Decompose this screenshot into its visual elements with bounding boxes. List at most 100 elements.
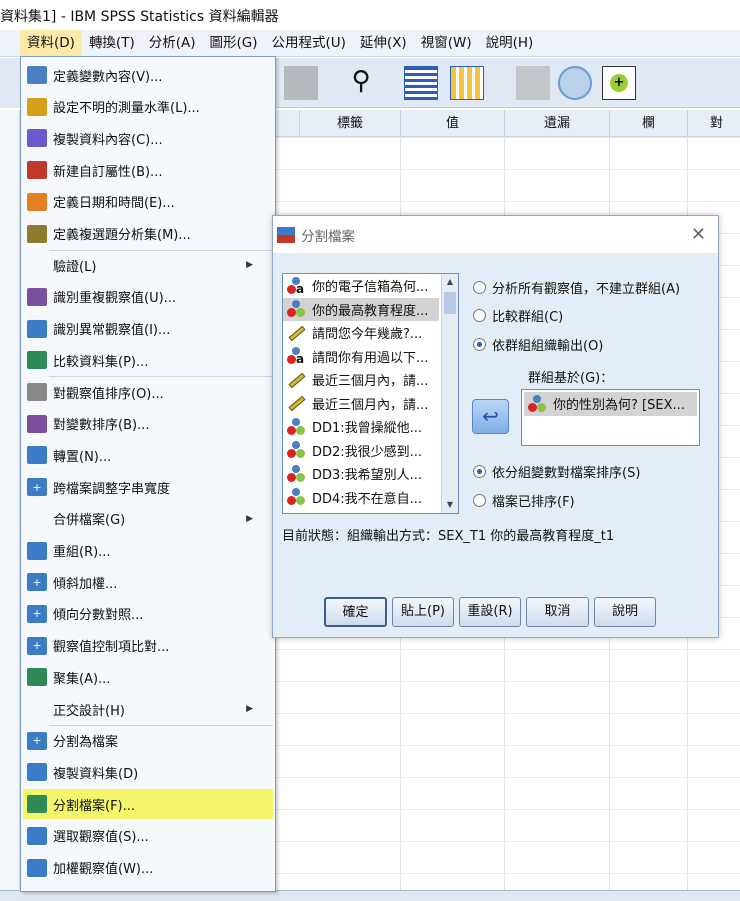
menu-partial[interactable] bbox=[0, 30, 20, 57]
radio-button[interactable] bbox=[473, 281, 486, 294]
split-file-toolbar-icon[interactable] bbox=[404, 66, 438, 100]
scrollbar[interactable]: ▲ ▼ bbox=[441, 274, 458, 513]
menu-6[interactable]: 視窗(W) bbox=[414, 30, 479, 57]
menu-item-submenu-20[interactable]: 正交設計(H) ▶ bbox=[23, 694, 273, 724]
variable-label: DD2:我很少感到... bbox=[312, 444, 423, 460]
radio-button[interactable] bbox=[473, 465, 486, 478]
move-variable-button[interactable]: ↩ bbox=[472, 399, 509, 434]
radio-label: 比較群組(C) bbox=[492, 310, 564, 325]
menu-item-weight-cases[interactable]: 加權觀察值(W)... bbox=[23, 853, 273, 883]
variable-list-item[interactable]: 最近三個月內，請... bbox=[283, 368, 439, 392]
variable-sets-icon[interactable] bbox=[558, 66, 592, 100]
column-header[interactable]: 欄 bbox=[610, 110, 688, 137]
menu-4[interactable]: 公用程式(U) bbox=[265, 30, 353, 57]
menu-item-select-cases[interactable]: 選取觀察值(S)... bbox=[23, 821, 273, 851]
menu-2[interactable]: 分析(A) bbox=[142, 30, 203, 57]
column-header[interactable]: 值 bbox=[401, 110, 505, 137]
radio-option[interactable]: 分析所有觀察值，不建立群組(A) bbox=[473, 278, 680, 297]
split-file-icon bbox=[277, 226, 295, 243]
menu-3[interactable]: 圖形(G) bbox=[203, 30, 265, 57]
menu-item-date-time[interactable]: 定義日期和時間(E)... bbox=[23, 187, 273, 217]
radio-option[interactable]: 依群組組織輸出(O) bbox=[473, 335, 603, 354]
menu-0[interactable]: 資料(D) bbox=[20, 29, 82, 57]
menu-item-measure-level[interactable]: 設定不明的測量水準(L)... bbox=[23, 92, 273, 122]
menu-item-plus[interactable]: + 觀察值控制項比對... bbox=[23, 631, 273, 661]
scale-variable-icon bbox=[287, 324, 306, 342]
variable-list-item[interactable]: 最近三個月內，請... bbox=[283, 392, 439, 416]
menu-item-unusual-cases[interactable]: 識別異常觀察值(I)... bbox=[23, 314, 273, 344]
group-variable-item[interactable]: 你的性別為何? [SEX... bbox=[524, 392, 697, 416]
date-time-icon bbox=[27, 192, 47, 211]
variable-list-item[interactable]: DD1:我曾操縱他... bbox=[283, 415, 439, 439]
menu-item-transpose[interactable]: 轉置(N)... bbox=[23, 440, 273, 470]
variable-list-item[interactable]: DD2:我很少感到... bbox=[283, 439, 439, 463]
radio-option[interactable]: 依分組變數對檔案排序(S) bbox=[473, 462, 640, 481]
radio-option[interactable]: 檔案已排序(F) bbox=[473, 491, 575, 510]
transpose-icon bbox=[27, 446, 47, 465]
menu-item-custom-attribute[interactable]: 新建自訂屬性(B)... bbox=[23, 155, 273, 185]
variable-list-item[interactable]: a 你的電子信箱為何... bbox=[283, 274, 439, 298]
menu-item-label: 跨檔案調整字串寬度 bbox=[53, 481, 171, 497]
menu-7[interactable]: 說明(H) bbox=[479, 30, 541, 57]
find-binoculars-icon[interactable]: ⚲ bbox=[344, 66, 378, 100]
column-header[interactable]: 對 bbox=[688, 110, 740, 137]
menu-5[interactable]: 延伸(X) bbox=[353, 30, 414, 57]
radio-button[interactable] bbox=[473, 494, 486, 507]
sort-cases-icon bbox=[27, 383, 47, 401]
variable-list-item[interactable]: a 請問你有用過以下... bbox=[283, 345, 439, 369]
menu-item-label: 對變數排序(B)... bbox=[53, 418, 150, 434]
menu-item-label: 設定不明的測量水準(L)... bbox=[53, 101, 200, 117]
column-header[interactable]: 標籤 bbox=[300, 110, 401, 137]
menu-item-copy-dataset[interactable]: 複製資料集(D) bbox=[23, 757, 273, 787]
variable-label: 請問你有用過以下... bbox=[312, 350, 429, 366]
variable-list-item[interactable]: 請問您今年幾歲?... bbox=[283, 321, 439, 345]
menu-item-plus[interactable]: + 分割為檔案 bbox=[23, 726, 273, 756]
menu-item-multiple-response[interactable]: 定義複選題分析集(M)... bbox=[23, 219, 273, 249]
value-labels-icon[interactable] bbox=[516, 66, 550, 100]
variable-label: 最近三個月內，請... bbox=[312, 374, 429, 390]
variable-label: 最近三個月內，請... bbox=[312, 397, 429, 413]
menu-item-aggregate[interactable]: 聚集(A)... bbox=[23, 662, 273, 692]
menu-item-label: 驗證(L) bbox=[53, 259, 97, 275]
radio-button[interactable] bbox=[473, 338, 486, 351]
variables-icon[interactable] bbox=[284, 66, 318, 100]
grid-row-line bbox=[276, 649, 740, 650]
menu-item-sort-cases[interactable]: 對觀察值排序(O)... bbox=[23, 377, 273, 407]
variable-list-item[interactable]: DD3:我希望別人... bbox=[283, 462, 439, 486]
menu-item-define-variable[interactable]: 定義變數內容(V)... bbox=[23, 60, 273, 90]
help-button[interactable]: 說明 bbox=[594, 597, 656, 627]
menu-item-plus[interactable]: + 傾向分數對照... bbox=[23, 599, 273, 629]
scroll-thumb[interactable] bbox=[444, 292, 456, 314]
scroll-up-icon[interactable]: ▲ bbox=[442, 274, 458, 290]
radio-option[interactable]: 比較群組(C) bbox=[473, 306, 563, 325]
nominal-variable-icon bbox=[287, 488, 305, 506]
menu-item-compare-datasets[interactable]: 比較資料集(P)... bbox=[23, 345, 273, 375]
menu-item-label: 分割為檔案 bbox=[53, 735, 119, 751]
menu-item-submenu-6[interactable]: 驗證(L) ▶ bbox=[23, 250, 273, 280]
variable-list-item[interactable]: 你的最高教育程度... bbox=[283, 297, 439, 321]
reset-button[interactable]: 重設(R) bbox=[459, 597, 521, 627]
menu-item-submenu-14[interactable]: 合併檔案(G) ▶ bbox=[23, 504, 273, 534]
column-header[interactable]: 遺漏 bbox=[505, 110, 610, 137]
menu-item-label: 定義複選題分析集(M)... bbox=[53, 228, 191, 243]
menu-item-split-file[interactable]: 分割檔案(F)... bbox=[23, 789, 273, 820]
variable-list[interactable]: a 你的電子信箱為何... 你的最高教育程度... 請問您今年幾歲?... a 請問你有用… bbox=[282, 273, 459, 514]
menu-1[interactable]: 轉換(T) bbox=[82, 30, 142, 57]
menu-item-plus[interactable]: + 傾斜加權... bbox=[23, 567, 273, 597]
variable-list-item[interactable]: DD4:我不在意自... bbox=[283, 486, 439, 510]
close-icon[interactable]: ✕ bbox=[691, 224, 706, 245]
menu-item-copy-properties[interactable]: 複製資料內容(C)... bbox=[23, 123, 273, 153]
menu-item-sort-variables[interactable]: 對變數排序(B)... bbox=[23, 409, 273, 439]
paste-button[interactable]: 貼上(P) bbox=[392, 597, 454, 627]
cancel-button[interactable]: 取消 bbox=[526, 597, 589, 627]
menu-item-duplicate-cases[interactable]: 識別重複觀察值(U)... bbox=[23, 282, 273, 312]
menu-item-restructure[interactable]: 重組(R)... bbox=[23, 536, 273, 566]
plus-icon: + bbox=[27, 731, 47, 750]
groups-list[interactable]: 你的性別為何? [SEX... bbox=[521, 389, 700, 446]
menu-item-plus[interactable]: + 跨檔案調整字串寬度 bbox=[23, 472, 273, 502]
radio-button[interactable] bbox=[473, 309, 486, 322]
ok-button[interactable]: 確定 bbox=[324, 597, 387, 627]
scroll-down-icon[interactable]: ▼ bbox=[442, 497, 458, 513]
extension-icon[interactable]: + bbox=[602, 66, 636, 100]
select-cases-toolbar-icon[interactable] bbox=[450, 66, 484, 100]
